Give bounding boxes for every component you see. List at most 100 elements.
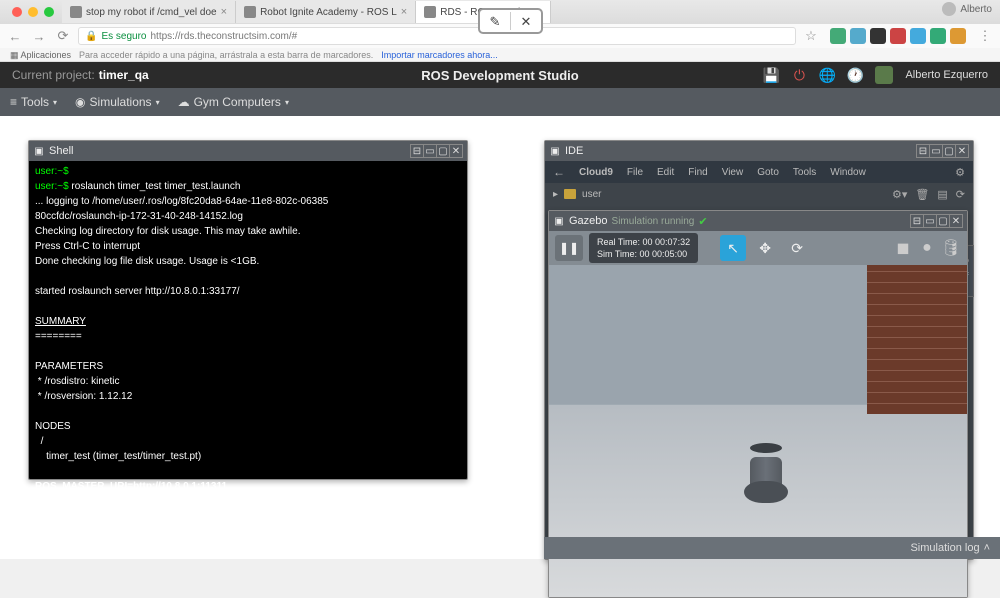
cube-shape-icon[interactable]: ◼: [893, 238, 913, 258]
ide-file-tree[interactable]: ▸ user ⚙▾ 🗑 ▤ ⟳: [545, 183, 973, 205]
gazebo-titlebar[interactable]: ▣ Gazebo Simulation running ✔ ⊟ ▭ ▢ ✕: [549, 211, 967, 231]
cylinder-shape-icon[interactable]: 🛢: [941, 238, 961, 258]
maximize-window-icon[interactable]: [44, 7, 54, 17]
time-display: Real Time: 00 00:07:32 Sim Time: 00 00:0…: [589, 233, 698, 263]
favicon-icon: [70, 6, 82, 18]
panel-close-icon[interactable]: ✕: [949, 214, 963, 228]
ide-menu-window[interactable]: Window: [830, 167, 866, 178]
simulation-log-label: Simulation log: [910, 542, 979, 554]
reload-button[interactable]: ⟳: [54, 27, 72, 45]
ide-menu-view[interactable]: View: [722, 167, 744, 178]
extension-icon[interactable]: [850, 28, 866, 44]
move-tool-icon[interactable]: ✥: [752, 235, 778, 261]
menu-tools[interactable]: ≡ Tools ▾: [10, 95, 57, 109]
panel-maximize-icon[interactable]: ▢: [936, 214, 950, 228]
shell-titlebar[interactable]: ▣ Shell ⊟ ▭ ▢ ✕: [29, 141, 467, 161]
ide-brand: Cloud9: [579, 167, 613, 178]
power-icon[interactable]: ⏻: [791, 67, 807, 83]
extension-icon[interactable]: [870, 28, 886, 44]
url-text: https://rds.theconstructsim.com/#: [150, 31, 297, 42]
ide-titlebar[interactable]: ▣ IDE ⊟ ▭ ▢ ✕: [545, 141, 973, 161]
back-button[interactable]: ←: [6, 27, 24, 45]
lock-icon: 🔒: [85, 31, 97, 42]
menu-simulations[interactable]: ◉ Simulations ▾: [75, 95, 160, 109]
close-icon[interactable]: ✕: [513, 12, 539, 32]
ide-menu-edit[interactable]: Edit: [657, 167, 674, 178]
panel-minimize-icon[interactable]: ▭: [423, 144, 437, 158]
panel-minimize-icon[interactable]: ▭: [929, 144, 943, 158]
ide-icon: ▣: [549, 145, 561, 157]
extension-icon[interactable]: [930, 28, 946, 44]
gazebo-toolbar: ❚❚ Real Time: 00 00:07:32 Sim Time: 00 0…: [549, 231, 967, 265]
shell-output[interactable]: user:~$ user:~$ roslaunch timer_test tim…: [29, 161, 467, 516]
menu-icon[interactable]: ⋮: [976, 27, 994, 45]
edit-icon[interactable]: ✎: [482, 12, 508, 32]
close-icon[interactable]: ×: [401, 6, 407, 18]
panel-maximize-icon[interactable]: ▢: [942, 144, 956, 158]
favicon-icon: [244, 6, 256, 18]
ide-menu-file[interactable]: File: [627, 167, 643, 178]
window-controls[interactable]: [4, 7, 62, 17]
gear-icon[interactable]: ⚙: [955, 166, 965, 179]
robot-object[interactable]: [744, 443, 788, 503]
panel-minimize-icon[interactable]: ▭: [923, 214, 937, 228]
menu-gym[interactable]: ☁ Gym Computers ▾: [178, 95, 289, 109]
panel-options-icon[interactable]: ⊟: [910, 214, 924, 228]
project-name: timer_qa: [99, 68, 149, 82]
panel-options-icon[interactable]: ⊟: [410, 144, 424, 158]
extension-icon[interactable]: [890, 28, 906, 44]
browser-tab-1[interactable]: Robot Ignite Academy - ROS L ×: [236, 1, 416, 23]
panel-title-text: Gazebo: [569, 215, 608, 227]
ide-menu-goto[interactable]: Goto: [757, 167, 779, 178]
panel-title-text: Shell: [49, 145, 73, 157]
app-title: ROS Development Studio: [421, 68, 578, 83]
extension-icon[interactable]: [910, 28, 926, 44]
import-bookmarks-link[interactable]: Importar marcadores ahora...: [381, 50, 498, 60]
profile-name: Alberto: [960, 4, 992, 15]
ide-menu-find[interactable]: Find: [688, 167, 707, 178]
folder-icon: [564, 189, 576, 199]
clock-icon[interactable]: 🕐: [847, 67, 863, 83]
minimize-window-icon[interactable]: [28, 7, 38, 17]
browser-profile[interactable]: Alberto: [942, 2, 992, 16]
star-icon[interactable]: ☆: [802, 27, 820, 45]
bookmarks-hint: Para acceder rápido a una página, arrást…: [79, 50, 373, 60]
browser-tab-0[interactable]: stop my robot if /cmd_vel doe ×: [62, 1, 236, 23]
cursor-tool-icon[interactable]: ↖: [720, 235, 746, 261]
rotate-tool-icon[interactable]: ⟳: [784, 235, 810, 261]
apps-link[interactable]: ▦ Aplicaciones: [10, 50, 71, 61]
bookmarks-bar: ▦ Aplicaciones Para acceder rápido a una…: [0, 48, 1000, 62]
refresh-icon[interactable]: ⟳: [956, 188, 965, 201]
secure-label: Es seguro: [101, 31, 146, 42]
simulation-log-bar[interactable]: Simulation log ˄: [544, 537, 1000, 559]
panel-options-icon[interactable]: ⊟: [916, 144, 930, 158]
close-icon[interactable]: ×: [221, 6, 227, 18]
gear-icon[interactable]: ⚙▾: [892, 188, 907, 201]
extensions: [826, 28, 970, 44]
chevron-right-icon[interactable]: ▸: [553, 189, 558, 200]
sphere-shape-icon[interactable]: ●: [917, 238, 937, 258]
address-bar[interactable]: 🔒 Es seguro https://rds.theconstructsim.…: [78, 27, 796, 45]
panel-close-icon[interactable]: ✕: [449, 144, 463, 158]
extension-icon[interactable]: [830, 28, 846, 44]
avatar-icon: [942, 2, 956, 16]
terminal-icon: ▣: [33, 145, 45, 157]
folder-name[interactable]: user: [582, 189, 601, 200]
avatar-icon[interactable]: [875, 66, 893, 84]
close-window-icon[interactable]: [12, 7, 22, 17]
panel-maximize-icon[interactable]: ▢: [436, 144, 450, 158]
ide-menu-tools[interactable]: Tools: [793, 167, 816, 178]
save-icon[interactable]: 💾: [763, 67, 779, 83]
forward-button[interactable]: →: [30, 27, 48, 45]
chevron-up-icon[interactable]: ˄: [984, 542, 990, 554]
project-label: Current project:: [12, 68, 95, 82]
panel-close-icon[interactable]: ✕: [955, 144, 969, 158]
pause-button[interactable]: ❚❚: [555, 235, 583, 261]
tab-title: stop my robot if /cmd_vel doe: [86, 7, 217, 18]
globe-icon[interactable]: 🌐: [819, 67, 835, 83]
username: Alberto Ezquerro: [905, 69, 988, 81]
panel-icon[interactable]: ▤: [937, 188, 947, 201]
ide-back-icon[interactable]: ←: [553, 165, 565, 179]
extension-icon[interactable]: [950, 28, 966, 44]
trash-icon[interactable]: 🗑: [915, 188, 929, 201]
